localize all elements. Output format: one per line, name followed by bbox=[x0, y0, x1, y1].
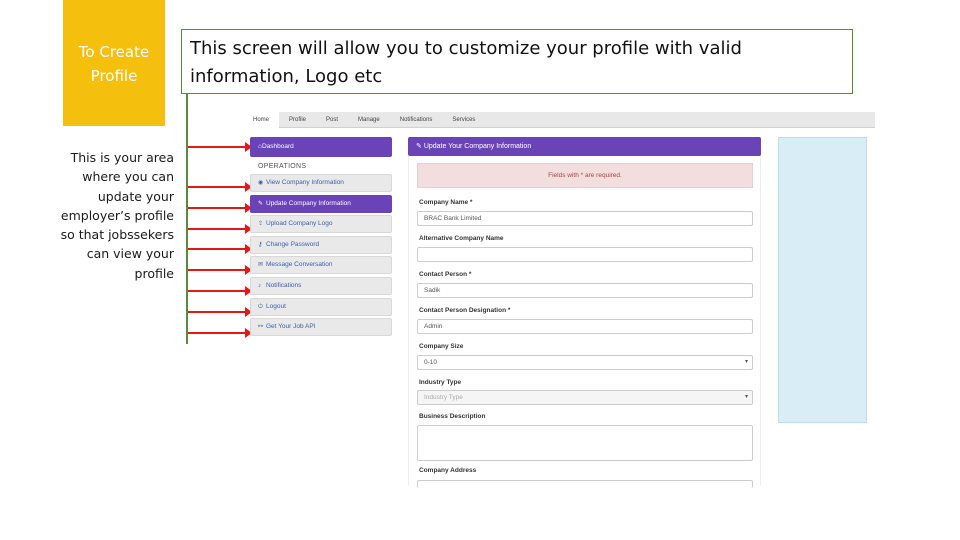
info-side-panel bbox=[778, 137, 867, 423]
nav-home[interactable]: Home bbox=[243, 111, 280, 128]
arrow-item-6 bbox=[188, 286, 252, 296]
contact-person-input[interactable]: Sadik bbox=[417, 283, 753, 298]
company-size-label: Company Size bbox=[419, 343, 464, 350]
sidebar: ⌂Dashboard OPERATIONS ◉ View Company Info… bbox=[250, 137, 392, 339]
company-size-select[interactable]: 0-10 ▾ bbox=[417, 355, 753, 370]
business-description-label: Business Description bbox=[419, 413, 486, 420]
dashboard-label: Dashboard bbox=[261, 143, 294, 150]
arrow-item-5 bbox=[188, 265, 252, 275]
company-name-label: Company Name * bbox=[419, 199, 473, 206]
company-address-input[interactable] bbox=[417, 480, 753, 488]
sidebar-item-label: Get Your Job API bbox=[266, 323, 316, 331]
sidebar-item-change-password[interactable]: ⚷ Change Password bbox=[250, 235, 392, 254]
nav-profile[interactable]: Profile bbox=[279, 117, 316, 123]
edit-icon: ✎ bbox=[258, 200, 264, 207]
sidebar-item-label: Change Password bbox=[266, 240, 320, 248]
contact-person-label: Contact Person * bbox=[419, 271, 472, 278]
arrow-item-1 bbox=[188, 182, 252, 192]
alt-name-label: Alternative Company Name bbox=[419, 235, 504, 242]
chat-icon: ✉ bbox=[258, 262, 264, 269]
sidebar-item-job-api[interactable]: ⚯ Get Your Job API bbox=[250, 318, 392, 337]
sidebar-dashboard[interactable]: ⌂Dashboard bbox=[250, 137, 392, 157]
sidebar-item-label: Notifications bbox=[266, 281, 302, 289]
sidebar-item-label: Message Conversation bbox=[266, 261, 333, 269]
sidebar-item-label: Update Company Information bbox=[266, 199, 351, 207]
designation-input[interactable]: Admin bbox=[417, 319, 753, 334]
sidebar-item-update-company[interactable]: ✎ Update Company Information bbox=[250, 194, 392, 213]
form-header: ✎ Update Your Company Information bbox=[408, 137, 761, 156]
arrow-item-4 bbox=[188, 244, 252, 254]
designation-label: Contact Person Designation * bbox=[419, 307, 511, 314]
link-icon: ⚯ bbox=[258, 324, 264, 331]
company-size-value: 0-10 bbox=[424, 359, 438, 366]
logout-icon: ⏻ bbox=[258, 303, 263, 310]
sidebar-item-notifications[interactable]: ♪ Notifications bbox=[250, 276, 392, 295]
sidebar-item-view-company[interactable]: ◉ View Company Information bbox=[250, 174, 392, 192]
left-description: This is your area where you can update y… bbox=[60, 150, 174, 281]
arrow-item-2 bbox=[188, 203, 252, 213]
callout-box: This screen will allow you to customize … bbox=[181, 29, 853, 94]
arrow-item-8 bbox=[188, 328, 252, 338]
sidebar-item-label: View Company Information bbox=[266, 179, 344, 186]
company-name-input[interactable]: BRAC Bank Limited bbox=[417, 211, 753, 226]
caret-down-icon: ▾ bbox=[744, 359, 748, 365]
sidebar-item-messages[interactable]: ✉ Message Conversation bbox=[250, 256, 392, 275]
industry-placeholder: Industry Type bbox=[424, 394, 463, 401]
sidebar-item-label: Upload Company Logo bbox=[266, 220, 333, 228]
bell-icon: ♪ bbox=[258, 282, 261, 289]
caret-down-icon: ▾ bbox=[744, 394, 748, 400]
industry-select[interactable]: Industry Type ▾ bbox=[417, 390, 753, 405]
upload-icon: ⇪ bbox=[258, 221, 264, 228]
business-description-textarea[interactable] bbox=[417, 425, 753, 461]
sidebar-item-logout[interactable]: ⏻ Logout bbox=[250, 297, 392, 316]
industry-label: Industry Type bbox=[419, 379, 462, 386]
arrow-dashboard bbox=[188, 142, 252, 152]
arrow-item-3 bbox=[188, 224, 252, 234]
slide-title: To Create Profile bbox=[63, 0, 165, 126]
edit-icon: ✎ bbox=[416, 143, 424, 150]
slide: To Create Profile This is your area wher… bbox=[0, 0, 960, 540]
top-navigation: Home Profile Post Manage Notifications S… bbox=[243, 111, 875, 128]
arrow-item-7 bbox=[188, 307, 252, 317]
eye-icon: ◉ bbox=[258, 180, 264, 186]
key-icon: ⚷ bbox=[258, 241, 263, 248]
nav-services[interactable]: Services bbox=[442, 117, 485, 123]
nav-notifications[interactable]: Notifications bbox=[390, 117, 443, 123]
sidebar-heading: OPERATIONS bbox=[258, 163, 307, 170]
company-address-label: Company Address bbox=[419, 467, 477, 474]
sidebar-item-upload-logo[interactable]: ⇪ Upload Company Logo bbox=[250, 215, 392, 234]
nav-post[interactable]: Post bbox=[316, 117, 348, 123]
nav-manage[interactable]: Manage bbox=[348, 117, 390, 123]
alt-name-input[interactable] bbox=[417, 247, 753, 262]
required-alert: Fields with * are required. bbox=[417, 163, 753, 188]
form-title: Update Your Company Information bbox=[423, 143, 532, 150]
sidebar-item-label: Logout bbox=[266, 302, 286, 310]
